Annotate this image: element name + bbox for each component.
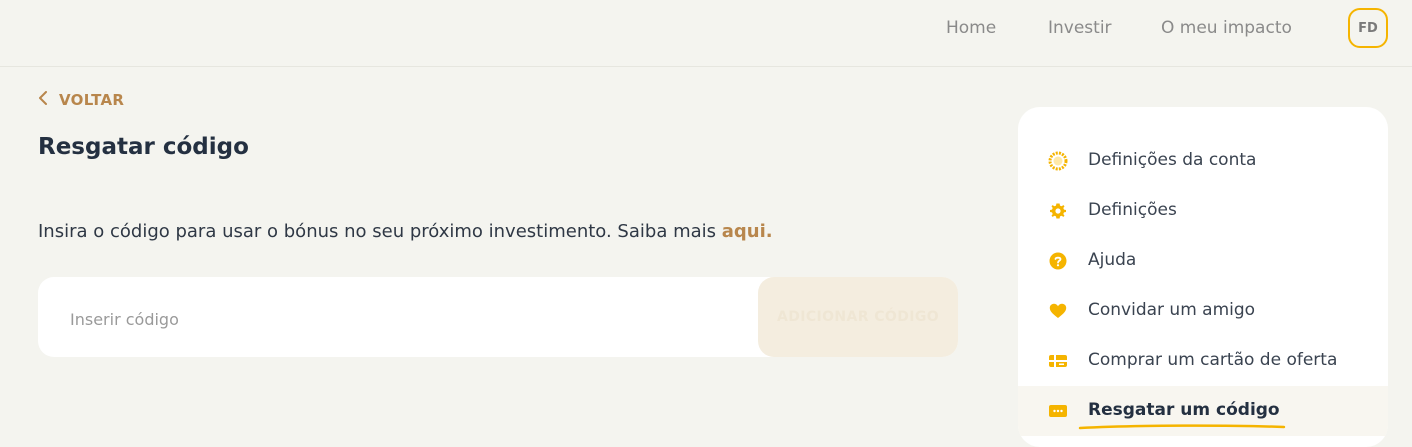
sidebar-item-invite-friend[interactable]: Convidar um amigo bbox=[1018, 286, 1388, 336]
code-input[interactable] bbox=[68, 303, 732, 335]
sidebar-item-help[interactable]: Ajuda bbox=[1018, 236, 1388, 286]
sidebar-item-redeem-code[interactable]: Resgatar um código bbox=[1018, 386, 1388, 436]
help-icon bbox=[1048, 251, 1068, 271]
back-label: VOLTAR bbox=[59, 90, 125, 109]
gift-card-icon bbox=[1048, 351, 1068, 371]
sidebar-item-label: Ajuda bbox=[1088, 250, 1137, 270]
sidebar-item-account-settings[interactable]: Definições da conta bbox=[1018, 136, 1388, 186]
redeem-code-icon bbox=[1048, 401, 1068, 421]
avatar[interactable]: FD bbox=[1348, 8, 1388, 48]
account-sidebar: Definições da conta Definições Ajuda Con… bbox=[1018, 107, 1388, 447]
sidebar-item-label: Definições da conta bbox=[1088, 150, 1257, 170]
active-underline bbox=[1078, 424, 1286, 430]
top-nav-bar: Home Investir O meu impacto FD bbox=[0, 0, 1412, 67]
learn-more-link[interactable]: aqui. bbox=[722, 221, 773, 242]
gear-icon bbox=[1048, 201, 1068, 221]
page-title: Resgatar código bbox=[38, 134, 249, 160]
nav-home-link[interactable]: Home bbox=[946, 18, 996, 38]
code-entry-box: ADICIONAR CÓDIGO bbox=[38, 277, 958, 357]
sidebar-item-label: Convidar um amigo bbox=[1088, 300, 1256, 320]
sidebar-item-label: Resgatar um código bbox=[1088, 400, 1280, 420]
back-link[interactable]: VOLTAR bbox=[38, 90, 124, 109]
heart-icon bbox=[1048, 301, 1068, 321]
description-body: Insira o código para usar o bónus no seu… bbox=[38, 221, 717, 242]
sidebar-item-gift-card[interactable]: Comprar um cartão de oferta bbox=[1018, 336, 1388, 386]
chevron-left-icon bbox=[38, 90, 48, 109]
sidebar-item-settings[interactable]: Definições bbox=[1018, 186, 1388, 236]
nav-invest-link[interactable]: Investir bbox=[1048, 18, 1112, 38]
add-code-button[interactable]: ADICIONAR CÓDIGO bbox=[758, 277, 958, 357]
nav-impact-link[interactable]: O meu impacto bbox=[1161, 18, 1292, 38]
sidebar-item-label: Definições bbox=[1088, 200, 1177, 220]
account-settings-icon bbox=[1048, 151, 1068, 171]
description-text: Insira o código para usar o bónus no seu… bbox=[38, 221, 773, 242]
sidebar-item-label: Comprar um cartão de oferta bbox=[1088, 350, 1338, 370]
